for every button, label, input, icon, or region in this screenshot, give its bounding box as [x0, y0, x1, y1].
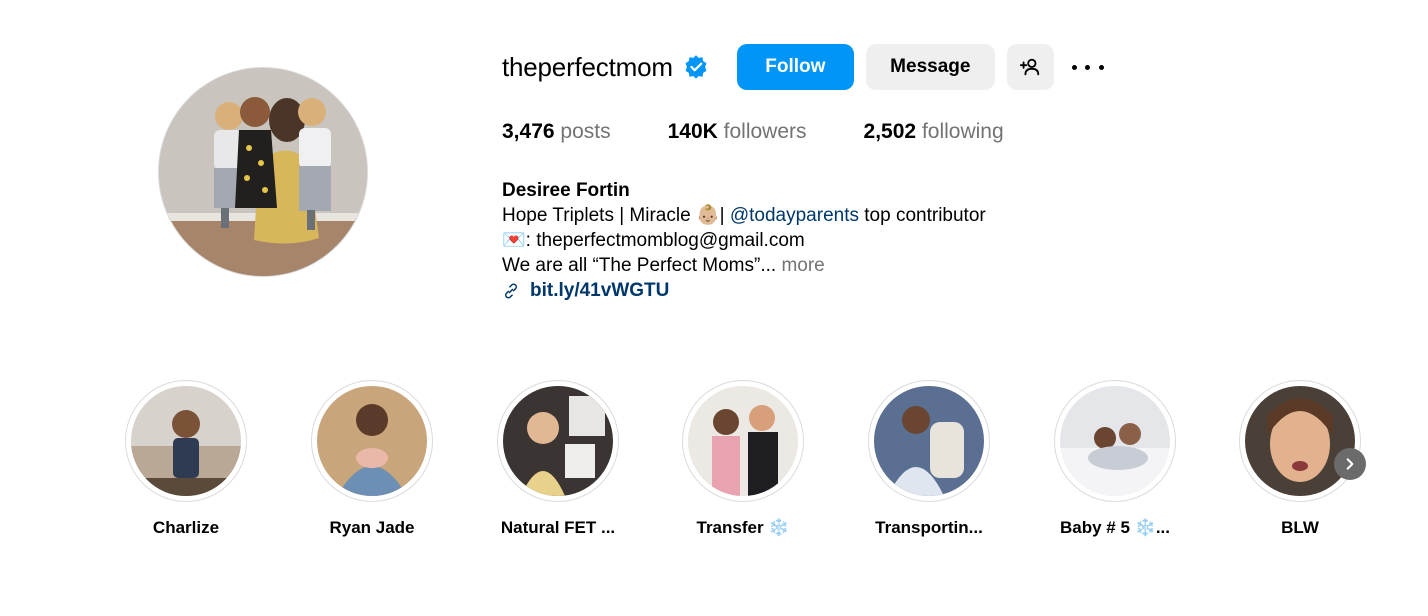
following-stat[interactable]: 2,502 following — [864, 120, 1004, 144]
bio-more-link[interactable]: more — [776, 255, 824, 276]
highlight-cover — [1245, 386, 1355, 496]
bio-line-1-suffix: top contributor — [858, 205, 986, 226]
more-options-icon[interactable] — [1071, 44, 1104, 90]
followers-count: 140K — [667, 120, 718, 143]
follow-button[interactable]: Follow — [736, 44, 854, 90]
highlight-label: Charlize — [152, 518, 220, 537]
highlight-ring — [497, 380, 619, 502]
highlight-label: BLW — [1281, 518, 1319, 537]
highlight-label: Natural FET ... — [500, 518, 616, 537]
followers-stat[interactable]: 140K followers — [668, 120, 807, 144]
highlight-ring — [125, 380, 247, 502]
highlight-label: Transportin... — [875, 518, 983, 537]
bio-line-1-text: Hope Triplets | Miracle — [502, 205, 696, 226]
external-link[interactable]: bit.ly/41vWGTU — [502, 278, 1202, 303]
bio-separator: | — [719, 205, 730, 226]
highlight-label: Ryan Jade — [329, 518, 415, 537]
highlight-natural-fet[interactable]: Natural FET ... — [496, 380, 620, 538]
bio-email: : theperfectmomblog@gmail.com — [525, 230, 805, 251]
highlight-baby-5[interactable]: Baby # 5 ❄️... — [1053, 380, 1177, 538]
profile-bio: Desiree Fortin Hope Triplets | Miracle 👶… — [502, 178, 1202, 303]
baby-emoji: 👶🏼 — [695, 205, 720, 226]
bio-line-3: We are all “The Perfect Moms”... more — [502, 253, 1202, 278]
highlight-cover — [503, 386, 613, 496]
username: theperfectmom — [502, 51, 673, 82]
posts-label: posts — [560, 120, 611, 143]
suggest-user-button[interactable] — [1006, 44, 1054, 90]
highlight-transporting[interactable]: Transportin... — [867, 380, 991, 538]
mention-link[interactable]: @todayparents — [730, 205, 859, 226]
profile-avatar[interactable] — [158, 67, 368, 277]
message-button[interactable]: Message — [865, 44, 995, 90]
person-add-icon — [1020, 58, 1040, 76]
highlight-transfer[interactable]: Transfer ❄️ — [681, 380, 805, 538]
highlight-cover — [874, 386, 984, 496]
highlight-ring — [682, 380, 804, 502]
highlight-ryan-jade[interactable]: Ryan Jade — [310, 380, 434, 538]
highlight-ring — [311, 380, 433, 502]
highlight-cover — [688, 386, 798, 496]
profile-stats: 3,476 posts 140K followers 2,502 followi… — [502, 120, 1202, 144]
posts-stat: 3,476 posts — [502, 120, 611, 144]
highlight-cover — [131, 386, 241, 496]
profile-top-row: theperfectmom Follow Message — [502, 44, 1202, 90]
highlight-cover — [317, 386, 427, 496]
story-highlights: Charlize Ryan Jade Natural FET ... Trans… — [124, 380, 1374, 550]
highlight-cover — [1060, 386, 1170, 496]
link-icon — [504, 282, 518, 299]
highlight-label: Baby # 5 ❄️... — [1060, 518, 1170, 537]
followers-label: followers — [723, 120, 807, 143]
bio-line-2: 💌: theperfectmomblog@gmail.com — [502, 228, 1202, 253]
highlight-ring — [868, 380, 990, 502]
highlight-ring — [1054, 380, 1176, 502]
avatar-photo — [159, 68, 367, 276]
chevron-right-icon[interactable] — [1334, 448, 1366, 480]
profile-header: theperfectmom Follow Message 3,476 posts… — [502, 44, 1202, 303]
following-label: following — [921, 120, 1004, 143]
verified-badge-icon — [683, 54, 709, 80]
highlight-ring — [1239, 380, 1361, 502]
external-link-text: bit.ly/41vWGTU — [530, 280, 670, 301]
love-letter-emoji: 💌 — [502, 230, 526, 251]
bio-line-3-text: We are all “The Perfect Moms”... — [502, 255, 777, 276]
bio-line-1: Hope Triplets | Miracle 👶🏼| @todayparent… — [502, 203, 1202, 228]
posts-count: 3,476 — [502, 120, 555, 143]
highlight-charlize[interactable]: Charlize — [124, 380, 248, 538]
highlight-label: Transfer ❄️ — [696, 518, 790, 537]
following-count: 2,502 — [863, 120, 917, 143]
full-name: Desiree Fortin — [502, 180, 630, 201]
